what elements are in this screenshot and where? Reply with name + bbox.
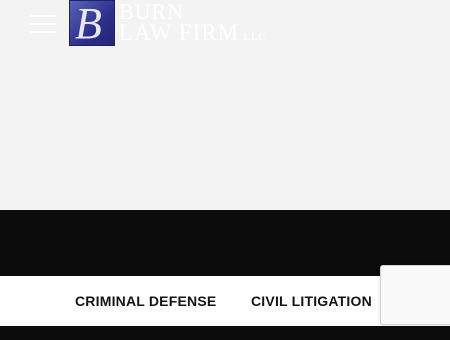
hamburger-line <box>30 23 56 25</box>
logo-badge: B <box>69 0 115 46</box>
logo-name-line2: LAW FIRM LLC <box>119 20 267 48</box>
practice-area-criminal-defense[interactable]: CRIMINAL DEFENSE <box>75 276 216 326</box>
site-logo[interactable]: B BURN LAW FIRM LLC <box>69 0 289 48</box>
logo-suffix: LLC <box>243 31 267 43</box>
hamburger-line <box>30 31 56 33</box>
practice-area-civil-litigation[interactable]: CIVIL LITIGATION <box>251 276 372 326</box>
recaptcha-badge[interactable] <box>380 265 450 325</box>
logo-firm-text: LAW FIRM <box>119 20 240 45</box>
site-header: B BURN LAW FIRM LLC <box>0 0 450 50</box>
hamburger-line <box>30 15 56 17</box>
logo-badge-letter: B <box>75 0 102 46</box>
hamburger-menu-icon[interactable] <box>30 13 56 35</box>
